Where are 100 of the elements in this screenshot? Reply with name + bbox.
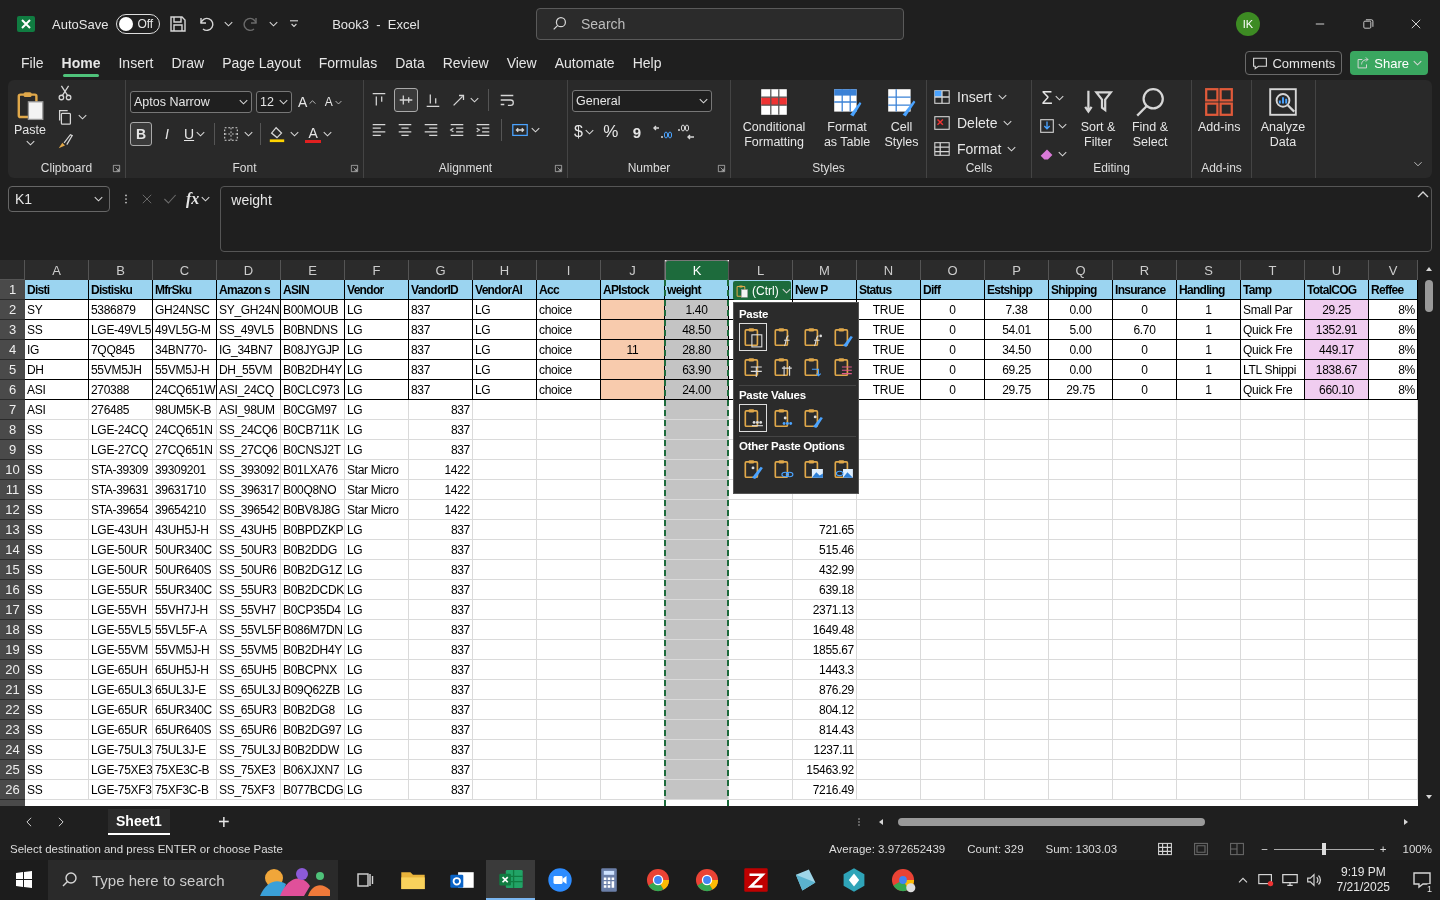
decrease-decimal-icon[interactable] (675, 122, 696, 142)
column-header[interactable]: D (217, 260, 281, 280)
formula-field[interactable]: weight (220, 186, 1432, 252)
column-header[interactable]: J (601, 260, 665, 280)
dialog-launcher-icon[interactable] (554, 164, 563, 173)
maximize-icon[interactable] (1361, 17, 1375, 31)
column-header[interactable]: C (153, 260, 217, 280)
brush-icon[interactable] (56, 132, 74, 150)
zoom-in-button[interactable]: + (1379, 843, 1387, 855)
column-header[interactable]: U (1305, 260, 1369, 280)
name-box[interactable]: K1 (8, 186, 110, 212)
bold-button[interactable]: B (130, 122, 152, 146)
row-header[interactable]: 23 (0, 720, 25, 740)
column-header[interactable]: Q (1049, 260, 1113, 280)
delete-cells-button[interactable]: Delete (931, 112, 1027, 134)
menu-tab[interactable]: Automate (545, 49, 624, 77)
row-header[interactable]: 24 (0, 740, 25, 760)
column-header[interactable]: R (1113, 260, 1177, 280)
normal-view-icon[interactable] (1157, 841, 1174, 857)
column-header[interactable]: V (1369, 260, 1418, 280)
copy-icon[interactable] (56, 108, 74, 126)
scrollbar-thumb[interactable] (897, 818, 1205, 826)
page-layout-view-icon[interactable] (1193, 841, 1210, 857)
page-break-view-icon[interactable] (1229, 841, 1246, 857)
column-header[interactable]: H (473, 260, 537, 280)
analyze-data-button[interactable]: Analyze Data (1256, 84, 1310, 152)
notification-icon[interactable] (1412, 870, 1432, 890)
percent-button[interactable]: % (599, 120, 622, 144)
font-dropdown[interactable]: Aptos Narrow (130, 91, 252, 113)
network-icon[interactable] (1256, 871, 1275, 889)
clock-date[interactable]: 7/21/2025 (1336, 880, 1390, 895)
paste-button[interactable]: Paste (12, 86, 48, 148)
row-header[interactable]: 13 (0, 520, 25, 540)
save-icon[interactable] (168, 14, 189, 34)
menu-tab[interactable]: Home (52, 49, 110, 77)
column-header[interactable]: N (857, 260, 921, 280)
column-header[interactable]: B (89, 260, 153, 280)
row-header[interactable]: 1 (0, 280, 25, 300)
avatar[interactable]: IK (1236, 12, 1260, 36)
add-sheet-button[interactable]: + (213, 810, 234, 834)
row-header[interactable]: 16 (0, 580, 25, 600)
menu-tab[interactable]: Page Layout (213, 49, 310, 77)
conditional-formatting-button[interactable]: Conditional Formatting (735, 84, 814, 152)
column-header[interactable]: G (409, 260, 473, 280)
comma-style-button[interactable]: 9 (625, 120, 648, 144)
column-header[interactable]: T (1241, 260, 1305, 280)
column-header[interactable]: L (729, 260, 793, 280)
row-header[interactable]: 17 (0, 600, 25, 620)
column-header[interactable]: E (281, 260, 345, 280)
row-header[interactable]: 15 (0, 560, 25, 580)
grow-font-button[interactable]: A (296, 90, 319, 114)
dialog-launcher-icon[interactable] (112, 164, 121, 173)
format-cells-button[interactable]: Format (931, 138, 1027, 160)
row-header[interactable]: 12 (0, 500, 25, 520)
row-header[interactable]: 21 (0, 680, 25, 700)
row-header[interactable]: 19 (0, 640, 25, 660)
column-header[interactable]: I (537, 260, 601, 280)
sort-filter-button[interactable]: Sort & Filter (1075, 84, 1121, 152)
cancel-icon[interactable] (140, 192, 154, 206)
column-header[interactable]: A (25, 260, 89, 280)
row-header[interactable]: 5 (0, 360, 25, 380)
search-field[interactable]: Search (536, 8, 904, 40)
find-select-button[interactable]: Find & Select (1127, 84, 1173, 152)
scissors-icon[interactable] (56, 84, 74, 102)
zoom-out-button[interactable]: − (1261, 843, 1268, 855)
row-header[interactable]: 25 (0, 760, 25, 780)
shrink-font-button[interactable]: A (322, 90, 345, 114)
menu-tab[interactable]: Review (433, 49, 498, 77)
paste-options-button[interactable]: (Ctrl) (733, 281, 791, 300)
row-header[interactable]: 26 (0, 780, 25, 800)
paste-option[interactable] (739, 404, 767, 432)
currency-button[interactable]: $ (572, 120, 596, 144)
underline-button[interactable]: U (182, 122, 208, 146)
row-header[interactable]: 9 (0, 440, 25, 460)
sheet-tab[interactable]: Sheet1 (108, 809, 170, 835)
number-format-dropdown[interactable]: General (572, 90, 712, 112)
column-header[interactable]: S (1177, 260, 1241, 280)
monitor-icon[interactable] (1280, 871, 1299, 889)
column-header[interactable]: M (793, 260, 857, 280)
scrollbar-thumb[interactable] (1425, 280, 1433, 312)
menu-tab[interactable]: Data (386, 49, 434, 77)
menu-tab[interactable]: File (12, 49, 53, 77)
row-header[interactable]: 6 (0, 380, 25, 400)
clock-time[interactable]: 9:19 PM (1340, 865, 1386, 880)
row-header[interactable]: 20 (0, 660, 25, 680)
italic-button[interactable]: I (156, 122, 178, 146)
column-header[interactable]: K (665, 260, 729, 282)
menu-tab[interactable]: View (497, 49, 546, 77)
font-color-button[interactable]: A (303, 122, 335, 146)
font-size-dropdown[interactable]: 12 (256, 91, 292, 113)
cell-styles-button[interactable]: Cell Styles (880, 84, 922, 152)
insert-cells-button[interactable]: Insert (931, 86, 1027, 108)
paste-option[interactable] (739, 323, 767, 351)
paint-bucket-icon[interactable] (268, 125, 287, 143)
taskbar-search-field[interactable]: Type here to search (48, 860, 338, 900)
zoom-reading[interactable]: 100% (1402, 843, 1432, 855)
column-header[interactable]: P (985, 260, 1049, 280)
menu-tab[interactable]: Insert (109, 49, 163, 77)
dialog-launcher-icon[interactable] (717, 164, 726, 173)
borders-icon[interactable] (222, 125, 241, 143)
